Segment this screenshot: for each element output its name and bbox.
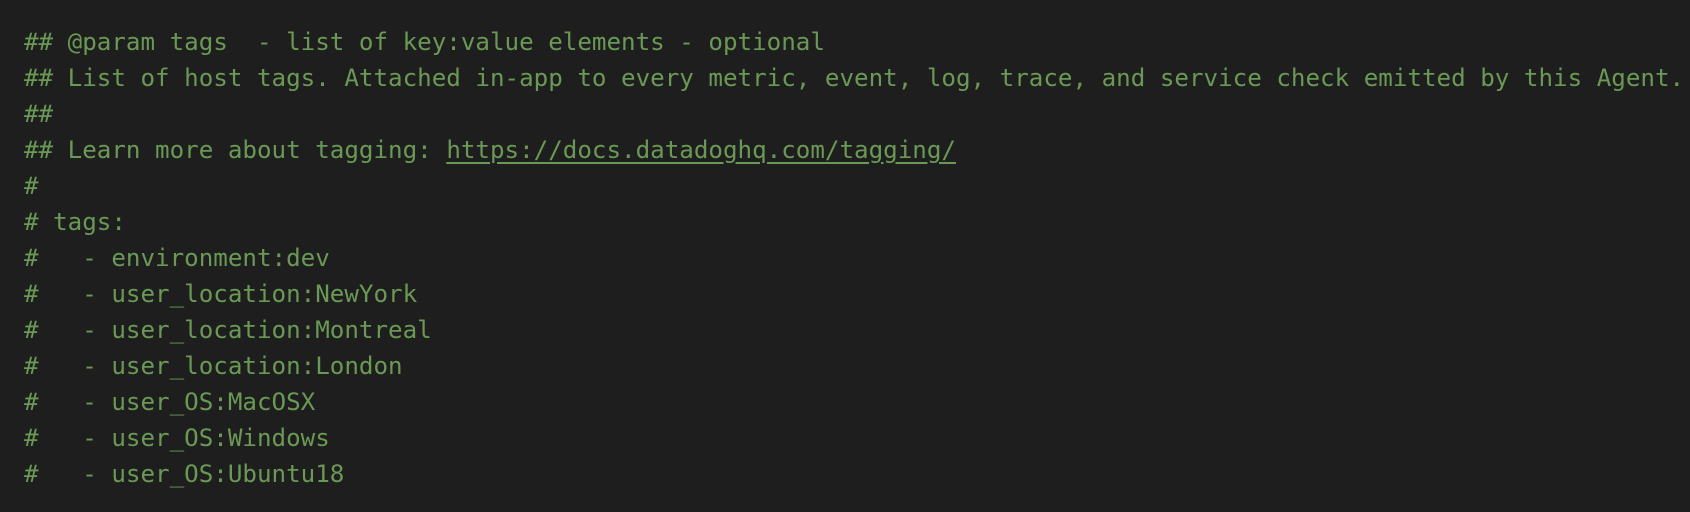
code-line-tags-description: ## List of host tags. Attached in-app to… <box>24 64 1685 92</box>
code-editor[interactable]: ## @param tags - list of key:value eleme… <box>0 0 1690 512</box>
code-line-tag-location-newyork: # - user_location:NewYork <box>24 280 418 308</box>
code-line-tag-os-ubuntu: # - user_OS:Ubuntu18 <box>24 460 345 488</box>
tagging-docs-link[interactable]: https://docs.datadoghq.com/tagging/ <box>446 136 956 164</box>
code-line-hash: # <box>24 172 39 200</box>
code-line-tag-environment: # - environment:dev <box>24 244 330 272</box>
code-line-tag-location-montreal: # - user_location:Montreal <box>24 316 432 344</box>
code-line-learn-more: ## Learn more about tagging: https://doc… <box>24 132 1690 168</box>
code-line-param-tags: ## @param tags - list of key:value eleme… <box>24 28 825 56</box>
code-line-tag-os-windows: # - user_OS:Windows <box>24 424 330 452</box>
code-line-tags-key: # tags: <box>24 208 126 236</box>
learn-more-text: ## Learn more about tagging: <box>24 136 447 164</box>
code-line-blank-comment: ## <box>24 100 54 128</box>
code-line-tag-os-macosx: # - user_OS:MacOSX <box>24 388 316 416</box>
code-line-tag-location-london: # - user_location:London <box>24 352 403 380</box>
